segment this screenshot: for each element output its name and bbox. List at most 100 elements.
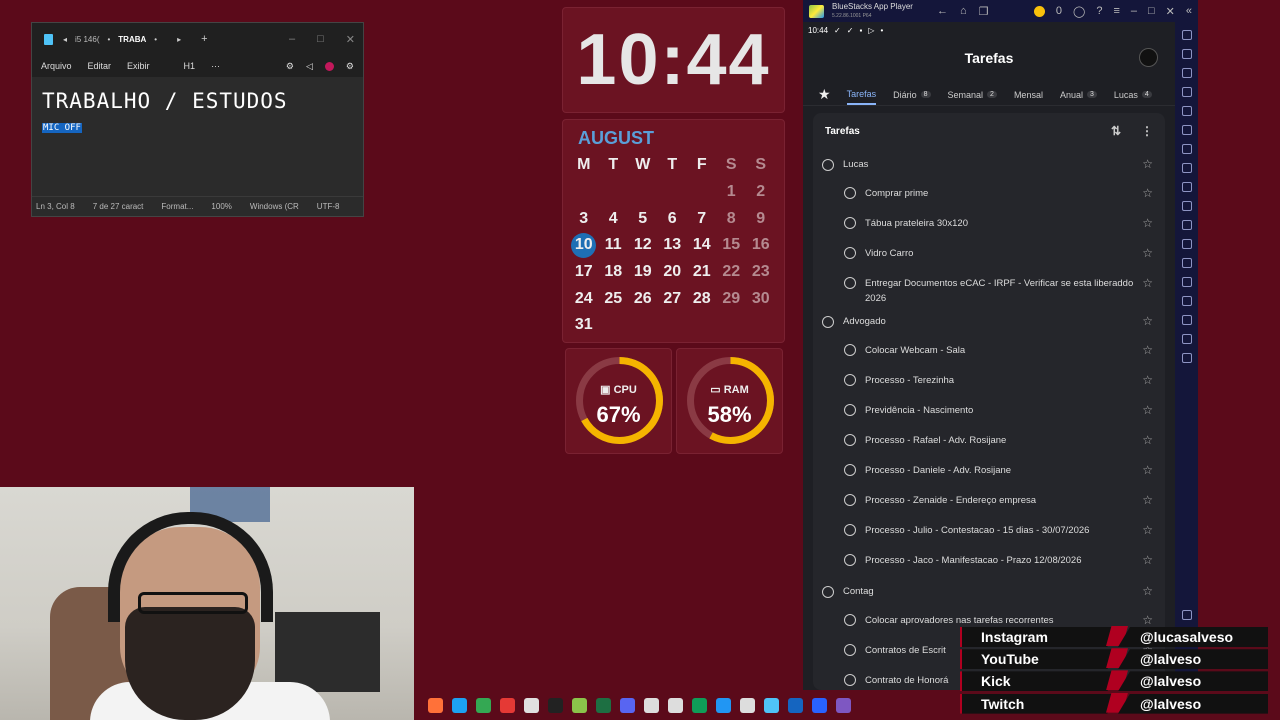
complete-checkbox[interactable]	[844, 217, 856, 229]
status-format[interactable]: Format...	[161, 202, 193, 211]
task-text[interactable]: Processo - Rafael - Adv. Rosijane	[865, 433, 1142, 448]
star-icon[interactable]: ☆	[1142, 584, 1153, 598]
star-icon[interactable]: ☆	[1142, 216, 1153, 230]
task-text[interactable]: Advogado	[843, 314, 1142, 329]
task-item[interactable]: Tábua prateleira 30x120 ☆	[813, 209, 1165, 239]
task-item[interactable]: Processo - Daniele - Adv. Rosijane ☆	[813, 456, 1165, 486]
task-text[interactable]: Processo - Jaco - Manifestacao - Prazo 1…	[865, 553, 1142, 568]
sidebar-keyboard-icon[interactable]	[1181, 87, 1192, 97]
discord-icon[interactable]	[620, 697, 635, 713]
excel-icon[interactable]	[596, 697, 611, 713]
task-item[interactable]: Processo - Terezinha ☆	[813, 366, 1165, 396]
task-group[interactable]: Advogado ☆	[813, 306, 1165, 336]
app3-icon[interactable]	[836, 697, 851, 713]
task-item[interactable]: Vidro Carro ☆	[813, 239, 1165, 269]
star-icon[interactable]: ☆	[1142, 314, 1153, 328]
outlook-icon[interactable]	[788, 697, 803, 713]
calendar-day[interactable]: 14	[687, 232, 717, 259]
calendar-day[interactable]: 18	[599, 259, 629, 286]
announce-icon[interactable]: ◁	[306, 61, 313, 72]
sidebar-copy-icon[interactable]	[1181, 258, 1192, 268]
avatar[interactable]	[1139, 48, 1158, 67]
sidebar-layers-icon[interactable]	[1181, 315, 1192, 325]
calendar-day[interactable]: 30	[746, 285, 776, 312]
sidebar-sync-icon[interactable]	[1181, 125, 1192, 135]
help-icon[interactable]: ?	[1096, 5, 1102, 17]
star-icon[interactable]: ☆	[1142, 343, 1153, 357]
calendar-day[interactable]: 12	[628, 232, 658, 259]
task-item[interactable]: Entregar Documentos eCAC - IRPF - Verifi…	[813, 269, 1165, 306]
complete-checkbox[interactable]	[844, 554, 856, 566]
calendar-day[interactable]: 10	[569, 232, 599, 259]
star-icon[interactable]: ☆	[1142, 373, 1153, 387]
sidebar-media-icon[interactable]	[1181, 68, 1192, 78]
complete-checkbox[interactable]	[844, 614, 856, 626]
complete-checkbox[interactable]	[822, 315, 834, 328]
task-text[interactable]: Processo - Daniele - Adv. Rosijane	[865, 463, 1142, 478]
star-icon[interactable]: ☆	[1142, 553, 1153, 567]
star-icon[interactable]: ☆	[1142, 403, 1153, 417]
starred-tab-icon[interactable]: ★	[818, 86, 831, 103]
task-item[interactable]: Colocar Webcam - Sala ☆	[813, 336, 1165, 366]
task-text[interactable]: Processo - Zenaide - Endereço empresa	[865, 493, 1142, 508]
star-icon[interactable]: ☆	[1142, 157, 1153, 171]
calendar-day[interactable]: 13	[658, 232, 688, 259]
tab-next-icon[interactable]: ▸	[177, 35, 181, 44]
sidebar-volume-icon[interactable]	[1181, 49, 1192, 59]
calendar-day[interactable]: 6	[658, 205, 688, 232]
collapse-sidebar-icon[interactable]: «	[1186, 5, 1192, 17]
edge-icon[interactable]	[452, 697, 467, 713]
complete-checkbox[interactable]	[844, 277, 856, 289]
calendar-day[interactable]: 15	[717, 232, 747, 259]
complete-checkbox[interactable]	[844, 494, 856, 506]
menu-exibir[interactable]: Exibir	[127, 61, 150, 71]
task-group[interactable]: Lucas ☆	[813, 149, 1165, 179]
sidebar-stats-icon[interactable]	[1181, 163, 1192, 173]
calendar-day[interactable]: 11	[599, 232, 629, 259]
steam-icon[interactable]	[644, 697, 659, 713]
complete-checkbox[interactable]	[844, 374, 856, 386]
calendar-day[interactable]: 20	[658, 259, 688, 286]
close-icon[interactable]: ✕	[346, 33, 355, 46]
star-icon[interactable]: ☆	[1142, 276, 1153, 290]
complete-checkbox[interactable]	[822, 158, 834, 171]
calendar-day[interactable]: 29	[717, 285, 747, 312]
calendar-day[interactable]: 27	[658, 285, 688, 312]
obs-icon[interactable]	[740, 697, 755, 713]
sidebar-screenshot-icon[interactable]	[1181, 182, 1192, 192]
tab-mensal[interactable]: Mensal	[1014, 84, 1043, 105]
complete-checkbox[interactable]	[844, 674, 856, 686]
calendar-day[interactable]: 7	[687, 205, 717, 232]
home-icon[interactable]: ⌂	[960, 5, 967, 18]
calendar-day[interactable]: 21	[687, 259, 717, 286]
calendar-day[interactable]: 23	[746, 259, 776, 286]
task-text[interactable]: Lucas	[843, 157, 1142, 172]
complete-checkbox[interactable]	[844, 187, 856, 199]
calendar-day[interactable]: 16	[746, 232, 776, 259]
sidebar-location-icon[interactable]	[1181, 296, 1192, 306]
star-icon[interactable]: ☆	[1142, 523, 1153, 537]
sidebar-rotate-icon[interactable]	[1181, 334, 1192, 344]
sort-icon[interactable]: ⇅	[1111, 124, 1121, 138]
task-text[interactable]: Previdência - Nascimento	[865, 403, 1142, 418]
task-text[interactable]: Processo - Julio - Contestacao - 15 dias…	[865, 523, 1142, 538]
minimize-icon[interactable]: –	[1131, 5, 1137, 17]
sidebar-eco-icon[interactable]	[1181, 277, 1192, 287]
close-icon[interactable]: ✕	[1166, 5, 1175, 18]
opera-icon[interactable]	[500, 697, 515, 713]
record-icon[interactable]	[324, 61, 334, 71]
star-icon[interactable]: ☆	[1142, 463, 1153, 477]
calendar-day[interactable]: 8	[717, 205, 747, 232]
sidebar-panel-icon[interactable]	[1181, 353, 1192, 363]
account-icon[interactable]: ◯	[1073, 5, 1085, 18]
sidebar-airplane-icon[interactable]	[1181, 239, 1192, 249]
complete-checkbox[interactable]	[844, 464, 856, 476]
task-item[interactable]: Processo - Jaco - Manifestacao - Prazo 1…	[813, 546, 1165, 576]
sidebar-gamepad-icon[interactable]	[1181, 144, 1192, 154]
app2-icon[interactable]	[668, 697, 683, 713]
calendar-day[interactable]: 26	[628, 285, 658, 312]
task-text[interactable]: Comprar prime	[865, 186, 1142, 201]
more-menu[interactable]: ···	[211, 61, 220, 71]
task-text[interactable]: Processo - Terezinha	[865, 373, 1142, 388]
chrome-icon[interactable]	[476, 697, 491, 713]
